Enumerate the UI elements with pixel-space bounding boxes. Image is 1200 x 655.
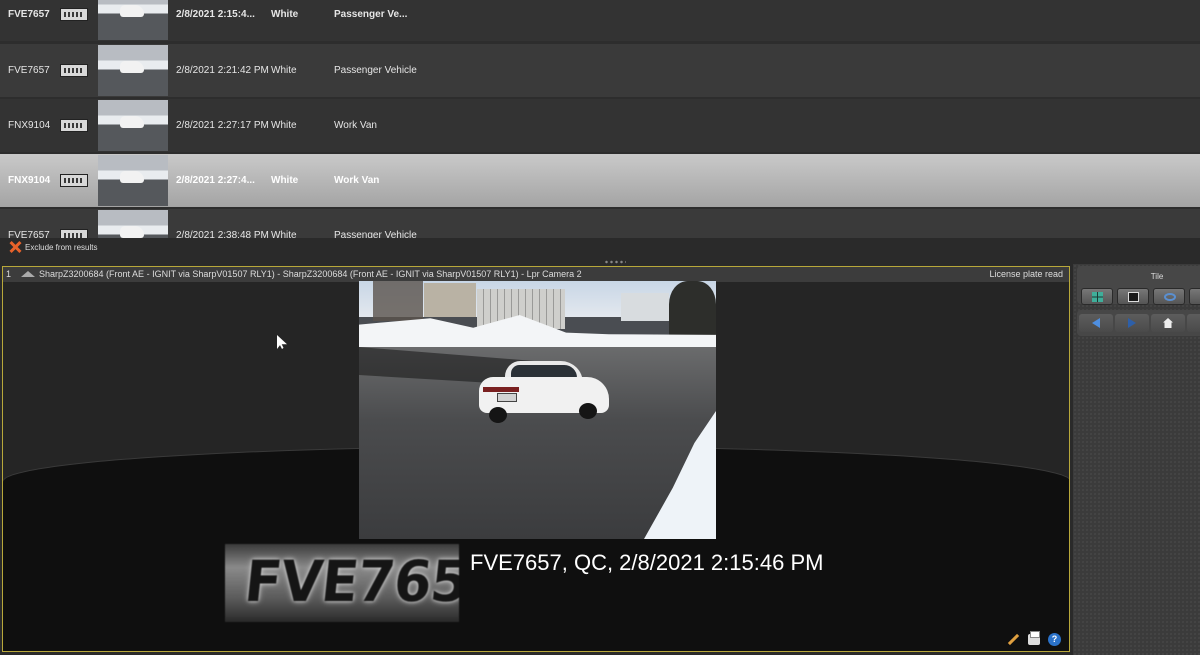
pencil-icon[interactable] — [1007, 633, 1020, 645]
video-tile[interactable]: 1 SharpZ3200684 (Front AE - IGNIT via Sh… — [2, 266, 1070, 652]
home-icon — [1163, 318, 1173, 328]
vehicle-type: Work Van — [334, 175, 380, 186]
arrow-right-icon — [1128, 318, 1136, 328]
vehicle-color: White — [271, 9, 299, 20]
pane-splitter-handle[interactable] — [604, 260, 626, 264]
vehicle-color: White — [271, 230, 297, 238]
vehicle-color: White — [271, 175, 299, 186]
plate-number: FVE7657 — [8, 230, 50, 238]
tile-controls: Tile — [1077, 266, 1200, 305]
read-time: 2/8/2021 2:27:17 PM — [176, 120, 269, 131]
exclude-from-results-button[interactable]: Exclude from results — [0, 238, 1200, 258]
plate-image-text: FVE7657 — [241, 548, 459, 615]
tile-header: 1 SharpZ3200684 (Front AE - IGNIT via Sh… — [3, 267, 1069, 282]
plate-number: FNX9104 — [8, 120, 51, 131]
tile-title: SharpZ3200684 (Front AE - IGNIT via Shar… — [39, 269, 582, 279]
tile-side-panel: Tile — [1073, 264, 1200, 655]
vehicle-thumbnail — [98, 0, 168, 40]
tile-toolbar: ? — [1007, 630, 1061, 647]
read-time: 2/8/2021 2:21:42 PM — [176, 65, 269, 76]
plate-image: FVE7657 — [225, 544, 459, 622]
result-row[interactable]: FNX9104 2/8/2021 2:27:17 PM White Work V… — [0, 99, 1200, 152]
plate-crop-thumbnail — [60, 174, 88, 187]
tile-number: 1 — [6, 269, 12, 279]
link-icon — [1164, 293, 1176, 301]
plate-number: FVE7657 — [8, 65, 50, 76]
previous-button[interactable] — [1079, 314, 1113, 332]
camera-icon — [21, 271, 35, 277]
vehicle-color: White — [271, 65, 297, 76]
read-time: 2/8/2021 2:38:48 PM — [176, 230, 269, 238]
vehicle-type: Work Van — [334, 120, 377, 131]
grid-icon — [1092, 292, 1103, 302]
plate-crop-thumbnail — [60, 229, 88, 238]
window-icon — [1128, 292, 1139, 302]
home-button[interactable] — [1151, 314, 1185, 332]
vehicle-thumbnail — [98, 45, 168, 96]
maximize-tile-button[interactable] — [1117, 288, 1149, 305]
help-icon[interactable]: ? — [1048, 632, 1061, 646]
tile-navigation — [1077, 310, 1200, 336]
plate-number: FVE7657 — [8, 9, 50, 20]
tile-event-label: License plate read — [989, 269, 1063, 279]
close-x-icon — [9, 241, 21, 253]
vehicle-type: Passenger Ve... — [334, 9, 408, 20]
vehicle-thumbnail — [98, 210, 168, 238]
plate-number: FNX9104 — [8, 175, 51, 186]
arrow-left-icon — [1092, 318, 1100, 328]
results-list: FVE7657 2/8/2021 2:15:4... White Passeng… — [0, 0, 1200, 238]
plate-crop-thumbnail — [60, 64, 88, 77]
tile-panel-title: Tile — [1150, 272, 1164, 281]
result-row[interactable]: FVE7657 2/8/2021 2:21:42 PM White Passen… — [0, 44, 1200, 97]
vehicle — [479, 357, 611, 423]
tile-pattern-button[interactable] — [1081, 288, 1113, 305]
more-button[interactable] — [1189, 288, 1200, 305]
vehicle-thumbnail — [98, 100, 168, 151]
exclude-label: Exclude from results — [25, 243, 98, 252]
vehicle-type: Passenger Vehicle — [334, 65, 417, 76]
plate-read-info: FVE7657, QC, 2/8/2021 2:15:46 PM — [470, 550, 824, 575]
sync-button[interactable] — [1153, 288, 1185, 305]
vehicle-type: Passenger Vehicle — [334, 230, 417, 238]
result-row[interactable]: FVE7657 2/8/2021 2:15:4... White Passeng… — [0, 0, 1200, 41]
result-row-selected[interactable]: FNX9104 2/8/2021 2:27:4... White Work Va… — [0, 154, 1200, 207]
more-nav-button[interactable] — [1187, 314, 1200, 332]
print-icon[interactable] — [1028, 630, 1040, 645]
result-row[interactable]: FVE7657 2/8/2021 2:38:48 PM White Passen… — [0, 209, 1200, 238]
vehicle-thumbnail — [98, 155, 168, 206]
plate-crop-thumbnail — [60, 8, 88, 21]
plate-crop-thumbnail — [60, 119, 88, 132]
read-time: 2/8/2021 2:15:4... — [176, 9, 255, 20]
next-button[interactable] — [1115, 314, 1149, 332]
vehicle-color: White — [271, 120, 297, 131]
read-time: 2/8/2021 2:27:4... — [176, 175, 255, 186]
camera-snapshot — [359, 281, 716, 539]
